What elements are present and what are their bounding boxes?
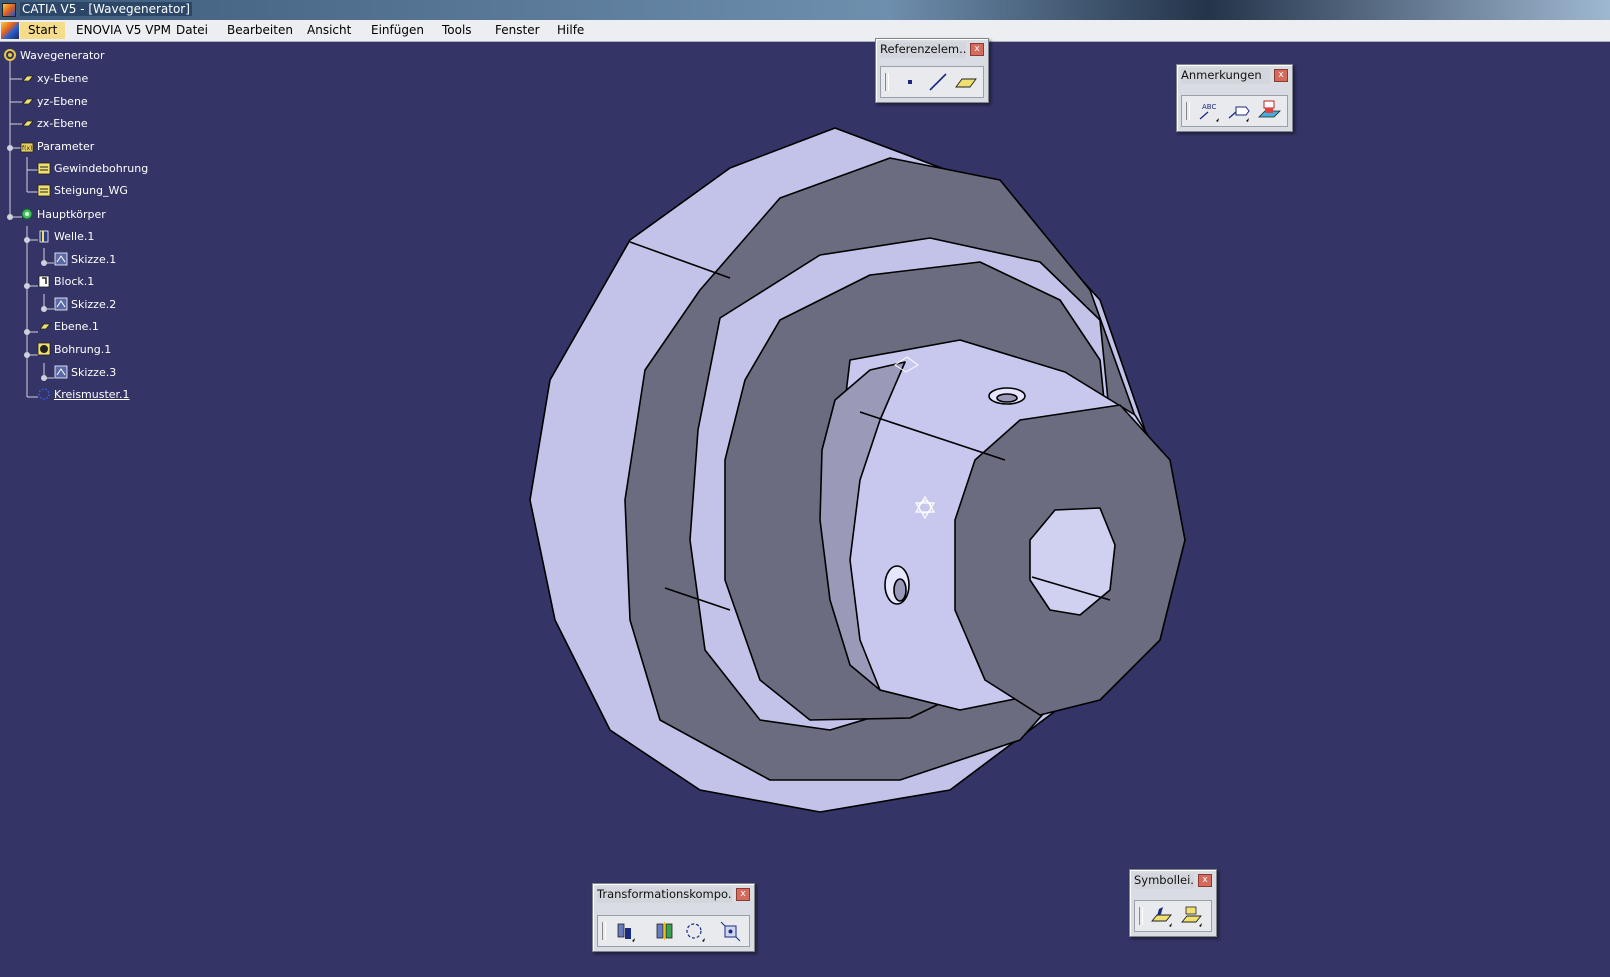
close-icon[interactable]: x bbox=[1274, 69, 1288, 82]
toolbar-body bbox=[597, 915, 750, 947]
tree-item-zx-ebene[interactable]: zx-Ebene bbox=[20, 116, 88, 130]
tree-item-hauptkoerper[interactable]: Hauptkörper bbox=[20, 207, 106, 221]
menu-einfuegen[interactable]: Einfügen bbox=[371, 23, 424, 37]
menu-bearbeiten[interactable]: Bearbeiten bbox=[227, 23, 293, 37]
window-titlebar: CATIA V5 - [Wavegenerator] bbox=[0, 0, 1610, 20]
shaft-icon bbox=[37, 229, 51, 243]
toolbar-body: ABC bbox=[1181, 95, 1288, 127]
tree-item-wavegenerator[interactable]: Wavegenerator bbox=[3, 48, 105, 62]
toolbar-title[interactable]: Symbollei... bbox=[1134, 873, 1194, 889]
parameter-icon: f(x) bbox=[20, 139, 34, 153]
menu-bar: Start ENOVIA V5 VPM Datei Bearbeiten Ans… bbox=[0, 20, 1610, 42]
tree-label: Skizze.1 bbox=[71, 252, 117, 266]
translation-icon[interactable] bbox=[612, 919, 638, 943]
plane-icon bbox=[20, 71, 34, 85]
plane-icon bbox=[20, 116, 34, 130]
hole-icon bbox=[37, 342, 51, 356]
menu-fenster[interactable]: Fenster bbox=[495, 23, 540, 37]
menu-start[interactable]: Start bbox=[20, 22, 66, 39]
text-annotation-icon[interactable]: ABC bbox=[1196, 99, 1222, 123]
tree-label: Block.1 bbox=[54, 274, 95, 288]
open-body-icon[interactable] bbox=[1149, 904, 1175, 928]
tree-item-skizze-1[interactable]: Skizze.1 bbox=[54, 252, 116, 266]
tree-label: Parameter bbox=[37, 139, 95, 153]
tree-label: Skizze.2 bbox=[71, 297, 117, 311]
tree-item-gewindebohrung[interactable]: Gewindebohrung bbox=[37, 161, 148, 175]
close-icon[interactable]: x bbox=[970, 43, 984, 56]
tree-label: xy-Ebene bbox=[37, 71, 89, 85]
toolbar-grip[interactable] bbox=[1186, 102, 1190, 120]
catia-app-icon[interactable] bbox=[2, 3, 16, 17]
toolbar-grip[interactable] bbox=[602, 922, 606, 940]
circular-pattern-icon[interactable] bbox=[682, 919, 708, 943]
close-icon[interactable]: x bbox=[1198, 874, 1212, 887]
toolbar-referenzelemente[interactable]: Referenzelem... x bbox=[875, 38, 989, 103]
tree-label: Hauptkörper bbox=[37, 207, 106, 221]
plane-icon bbox=[37, 319, 51, 333]
tree-item-kreismuster[interactable]: Kreismuster.1 bbox=[37, 387, 130, 401]
toolbar-body bbox=[1134, 900, 1212, 932]
menu-ansicht[interactable]: Ansicht bbox=[307, 23, 351, 37]
part-icon bbox=[3, 48, 17, 62]
close-icon[interactable]: x bbox=[736, 888, 750, 901]
menu-hilfe[interactable]: Hilfe bbox=[557, 23, 584, 37]
toolbar-grip[interactable] bbox=[885, 73, 889, 91]
symmetry-icon[interactable] bbox=[652, 919, 678, 943]
tree-label: Ebene.1 bbox=[54, 319, 99, 333]
tree-label: zx-Ebene bbox=[37, 116, 88, 130]
svg-text:ABC: ABC bbox=[1202, 103, 1216, 111]
tree-label: Welle.1 bbox=[54, 229, 95, 243]
window-title: CATIA V5 - [Wavegenerator] bbox=[20, 2, 192, 16]
point-icon[interactable] bbox=[897, 70, 923, 94]
toolbar-anmerkungen[interactable]: Anmerkungen x ABC bbox=[1176, 64, 1293, 132]
tree-label: Bohrung.1 bbox=[54, 342, 112, 356]
tree-label: yz-Ebene bbox=[37, 94, 88, 108]
line-icon[interactable] bbox=[925, 70, 951, 94]
menu-tools[interactable]: Tools bbox=[442, 23, 472, 37]
3d-annotation-icon[interactable] bbox=[1256, 99, 1282, 123]
tree-item-yz-ebene[interactable]: yz-Ebene bbox=[20, 94, 88, 108]
tree-label: Gewindebohrung bbox=[54, 161, 149, 175]
tree-label: Wavegenerator bbox=[20, 48, 105, 62]
insert-body-icon[interactable] bbox=[1179, 904, 1205, 928]
catia-menu-icon[interactable] bbox=[1, 22, 19, 39]
pad-icon bbox=[37, 274, 51, 288]
flag-note-icon[interactable] bbox=[1226, 99, 1252, 123]
toolbar-body bbox=[880, 66, 984, 98]
circular-pattern-icon bbox=[37, 387, 51, 401]
tree-item-xy-ebene[interactable]: xy-Ebene bbox=[20, 71, 88, 85]
sketch-icon bbox=[54, 252, 68, 266]
sketch-icon bbox=[54, 365, 68, 379]
svg-text:f(x): f(x) bbox=[22, 145, 32, 152]
tree-item-bohrung[interactable]: Bohrung.1 bbox=[37, 342, 111, 356]
tree-item-skizze-2[interactable]: Skizze.2 bbox=[54, 297, 116, 311]
toolbar-title[interactable]: Anmerkungen bbox=[1181, 68, 1270, 84]
tree-label: Kreismuster.1 bbox=[54, 387, 130, 401]
toolbar-grip[interactable] bbox=[1139, 907, 1143, 925]
plane-icon[interactable] bbox=[953, 70, 979, 94]
menu-datei[interactable]: Datei bbox=[176, 23, 208, 37]
tree-item-block[interactable]: Block.1 bbox=[37, 274, 94, 288]
sketch-icon bbox=[54, 297, 68, 311]
tree-label: Skizze.3 bbox=[71, 365, 117, 379]
tree-item-parameter[interactable]: f(x) Parameter bbox=[20, 139, 94, 153]
toolbar-transformation[interactable]: Transformationskompo... x bbox=[592, 883, 755, 952]
body-gear-icon bbox=[20, 207, 34, 221]
plane-icon bbox=[20, 94, 34, 108]
3d-viewport[interactable] bbox=[0, 42, 1610, 977]
tree-item-ebene-1[interactable]: Ebene.1 bbox=[37, 319, 99, 333]
parameter-value-icon bbox=[37, 183, 51, 197]
toolbar-symbolleiste[interactable]: Symbollei... x bbox=[1129, 869, 1217, 937]
menu-enovia[interactable]: ENOVIA V5 VPM bbox=[76, 23, 171, 37]
tree-item-welle[interactable]: Welle.1 bbox=[37, 229, 94, 243]
toolbar-title[interactable]: Transformationskompo... bbox=[597, 887, 732, 903]
toolbar-title[interactable]: Referenzelem... bbox=[880, 42, 966, 58]
scaling-icon[interactable] bbox=[718, 919, 744, 943]
tree-label: Steigung_WG bbox=[54, 183, 128, 197]
tree-item-steigung-wg[interactable]: Steigung_WG bbox=[37, 183, 128, 197]
tree-item-skizze-3[interactable]: Skizze.3 bbox=[54, 365, 116, 379]
specification-tree: Wavegenerator xy-Ebene yz-Ebene zx-Ebene… bbox=[0, 42, 200, 462]
parameter-value-icon bbox=[37, 161, 51, 175]
